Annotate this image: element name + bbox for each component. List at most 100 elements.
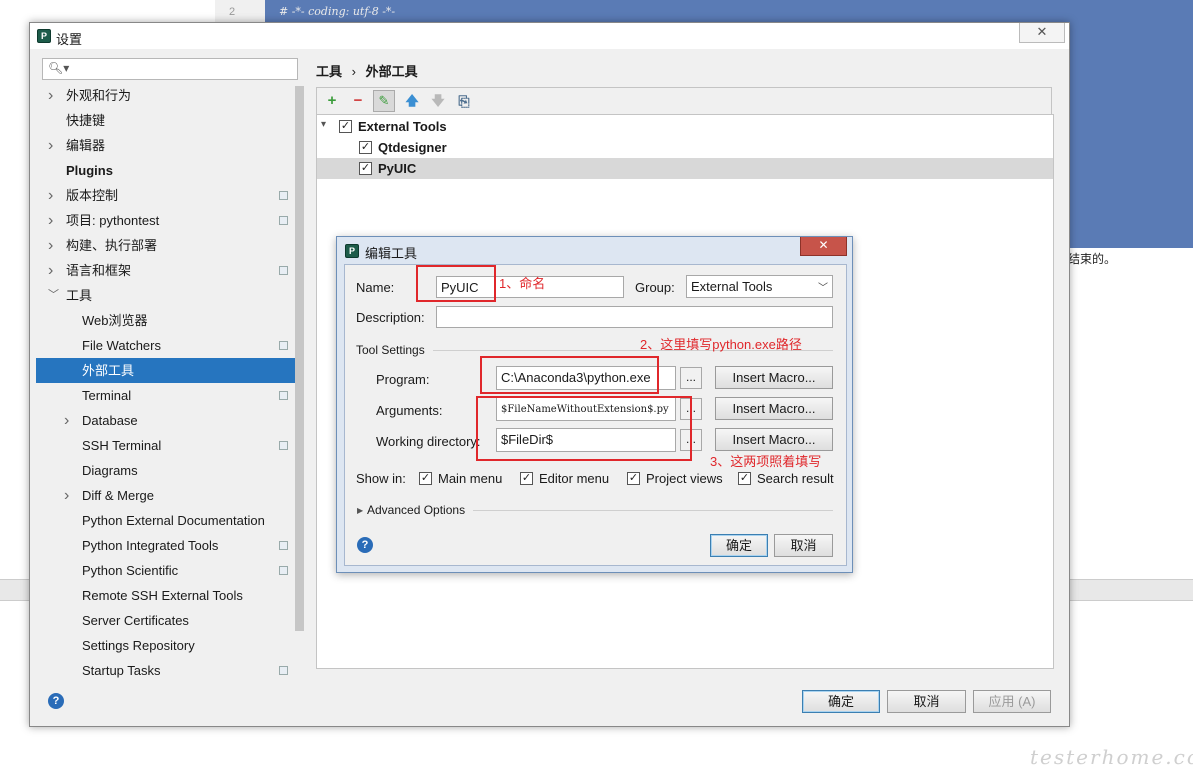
- group-checkbox[interactable]: ✓: [339, 120, 352, 133]
- tool-label: Qtdesigner: [378, 140, 447, 155]
- ok-button[interactable]: 确定: [802, 690, 880, 713]
- settings-tree-item[interactable]: SSH Terminal: [36, 433, 304, 458]
- settings-tree-label: 编辑器: [66, 138, 106, 153]
- settings-tree-label: 外观和行为: [66, 88, 132, 103]
- workdir-insert-macro-button[interactable]: Insert Macro...: [715, 428, 833, 451]
- dialog-cancel-button[interactable]: 取消: [774, 534, 833, 557]
- project-views-checkbox[interactable]: ✓: [627, 472, 640, 485]
- arguments-browse-button[interactable]: ...: [680, 398, 702, 420]
- chevron-right-icon[interactable]: ›: [48, 233, 53, 258]
- title-bar[interactable]: P 设置 ✕: [30, 23, 1069, 49]
- chevron-right-icon[interactable]: ›: [64, 483, 69, 508]
- settings-tree-item[interactable]: › 版本控制: [36, 183, 304, 208]
- main-menu-checkbox[interactable]: ✓: [419, 472, 432, 485]
- settings-tree-item[interactable]: Plugins: [36, 158, 304, 183]
- search-result-checkbox[interactable]: ✓: [738, 472, 751, 485]
- settings-tree-label: 项目: pythontest: [66, 213, 160, 228]
- settings-tree-item[interactable]: › Database: [36, 408, 304, 433]
- settings-tree-label: 语言和框架: [66, 263, 132, 278]
- breadcrumb-parent[interactable]: 工具: [316, 64, 342, 79]
- project-scope-icon: [279, 216, 288, 225]
- dialog-ok-button[interactable]: 确定: [710, 534, 768, 557]
- group-select[interactable]: External Tools ﹀: [686, 275, 833, 298]
- settings-tree-item[interactable]: Python Scientific: [36, 558, 304, 583]
- settings-tree-item[interactable]: 快捷键: [36, 108, 304, 133]
- settings-tree-item[interactable]: Python Integrated Tools: [36, 533, 304, 558]
- background-editor: 2 # -*- coding: utf-8 -*-: [215, 0, 1001, 22]
- group-label: Group:: [635, 280, 675, 295]
- settings-tree-label: Settings Repository: [82, 638, 195, 653]
- apply-button[interactable]: 应用 (A): [973, 690, 1051, 713]
- remove-icon[interactable]: −: [348, 91, 368, 111]
- workdir-browse-button[interactable]: ...: [680, 429, 702, 451]
- chevron-right-icon[interactable]: ›: [48, 83, 53, 108]
- tool-label: PyUIC: [378, 161, 417, 176]
- program-insert-macro-button[interactable]: Insert Macro...: [715, 366, 833, 389]
- settings-tree-item[interactable]: ﹀ 工具: [36, 283, 304, 308]
- edit-icon[interactable]: ✎: [373, 90, 395, 112]
- arguments-field[interactable]: $FileNameWithoutExtension$.py: [496, 397, 676, 421]
- project-scope-icon: [279, 666, 288, 675]
- settings-tree-item[interactable]: 外部工具: [36, 358, 304, 383]
- tool-row-selected[interactable]: ✓ PyUIC: [317, 158, 1053, 179]
- tool-checkbox[interactable]: ✓: [359, 141, 372, 154]
- tool-row[interactable]: ✓ Qtdesigner: [317, 137, 1053, 158]
- edit-tool-dialog: P 编辑工具 ✕ Name: PyUIC Group: External Too…: [336, 236, 853, 573]
- chevron-right-icon[interactable]: ›: [48, 258, 53, 283]
- settings-tree-item[interactable]: › 语言和框架: [36, 258, 304, 283]
- expand-arrow-icon[interactable]: ▶: [357, 506, 363, 515]
- tree-scrollbar[interactable]: [295, 86, 304, 631]
- chevron-right-icon[interactable]: ›: [48, 208, 53, 233]
- settings-tree-item[interactable]: Terminal: [36, 383, 304, 408]
- working-directory-field[interactable]: $FileDir$: [496, 428, 676, 452]
- settings-tree-label: 快捷键: [66, 113, 106, 128]
- settings-tree-item[interactable]: File Watchers: [36, 333, 304, 358]
- add-icon[interactable]: +: [322, 91, 342, 111]
- settings-tree-item[interactable]: Startup Tasks: [36, 658, 304, 681]
- chevron-right-icon[interactable]: ›: [64, 408, 69, 433]
- settings-tree-label: File Watchers: [82, 338, 161, 353]
- chevron-down-icon[interactable]: ﹀: [48, 283, 59, 308]
- settings-tree-item[interactable]: › 构建、执行部署: [36, 233, 304, 258]
- help-icon[interactable]: ?: [357, 537, 373, 553]
- settings-tree-item[interactable]: › 外观和行为: [36, 83, 304, 108]
- settings-tree-item[interactable]: › 编辑器: [36, 133, 304, 158]
- tool-group-row[interactable]: ▾ ✓ External Tools: [317, 116, 1053, 137]
- description-label: Description:: [356, 310, 425, 325]
- breadcrumb: 工具 › 外部工具: [316, 61, 418, 80]
- close-button[interactable]: ✕: [1019, 23, 1065, 43]
- move-down-icon[interactable]: 🡇: [428, 91, 448, 111]
- dialog-close-button[interactable]: ✕: [800, 237, 847, 256]
- settings-tree-item[interactable]: Server Certificates: [36, 608, 304, 633]
- program-field[interactable]: C:\Anaconda3\python.exe: [496, 366, 676, 390]
- settings-tree-label: Python External Documentation: [82, 513, 265, 528]
- editor-menu-checkbox[interactable]: ✓: [520, 472, 533, 485]
- help-icon[interactable]: ?: [48, 693, 64, 709]
- project-scope-icon: [279, 566, 288, 575]
- tool-settings-label: Tool Settings: [356, 343, 425, 357]
- working-directory-label: Working directory:: [376, 434, 481, 449]
- collapse-arrow-icon[interactable]: ▾: [321, 119, 326, 130]
- settings-tree-item[interactable]: Remote SSH External Tools: [36, 583, 304, 608]
- program-annotation: 2、这里填写python.exe路径: [640, 337, 802, 352]
- settings-tree-item[interactable]: Settings Repository: [36, 633, 304, 658]
- cancel-button[interactable]: 取消: [887, 690, 966, 713]
- main-menu-label: Main menu: [438, 471, 503, 486]
- program-browse-button[interactable]: ...: [680, 367, 702, 389]
- settings-tree-item[interactable]: Diagrams: [36, 458, 304, 483]
- settings-tree-item[interactable]: › 项目: pythontest: [36, 208, 304, 233]
- search-input[interactable]: 🔍︎▾: [42, 58, 298, 80]
- move-up-icon[interactable]: 🡅: [402, 91, 422, 111]
- description-field[interactable]: [436, 306, 833, 328]
- chevron-right-icon[interactable]: ›: [48, 133, 53, 158]
- copy-icon[interactable]: ⎘: [454, 91, 474, 111]
- settings-tree-item[interactable]: › Diff & Merge: [36, 483, 304, 508]
- chevron-right-icon[interactable]: ›: [48, 183, 53, 208]
- pycharm-icon: P: [37, 29, 51, 43]
- advanced-options-toggle[interactable]: Advanced Options: [367, 503, 465, 517]
- settings-tree-label: Plugins: [66, 163, 113, 178]
- settings-tree-item[interactable]: Web浏览器: [36, 308, 304, 333]
- tool-checkbox[interactable]: ✓: [359, 162, 372, 175]
- arguments-insert-macro-button[interactable]: Insert Macro...: [715, 397, 833, 420]
- settings-tree-item[interactable]: Python External Documentation: [36, 508, 304, 533]
